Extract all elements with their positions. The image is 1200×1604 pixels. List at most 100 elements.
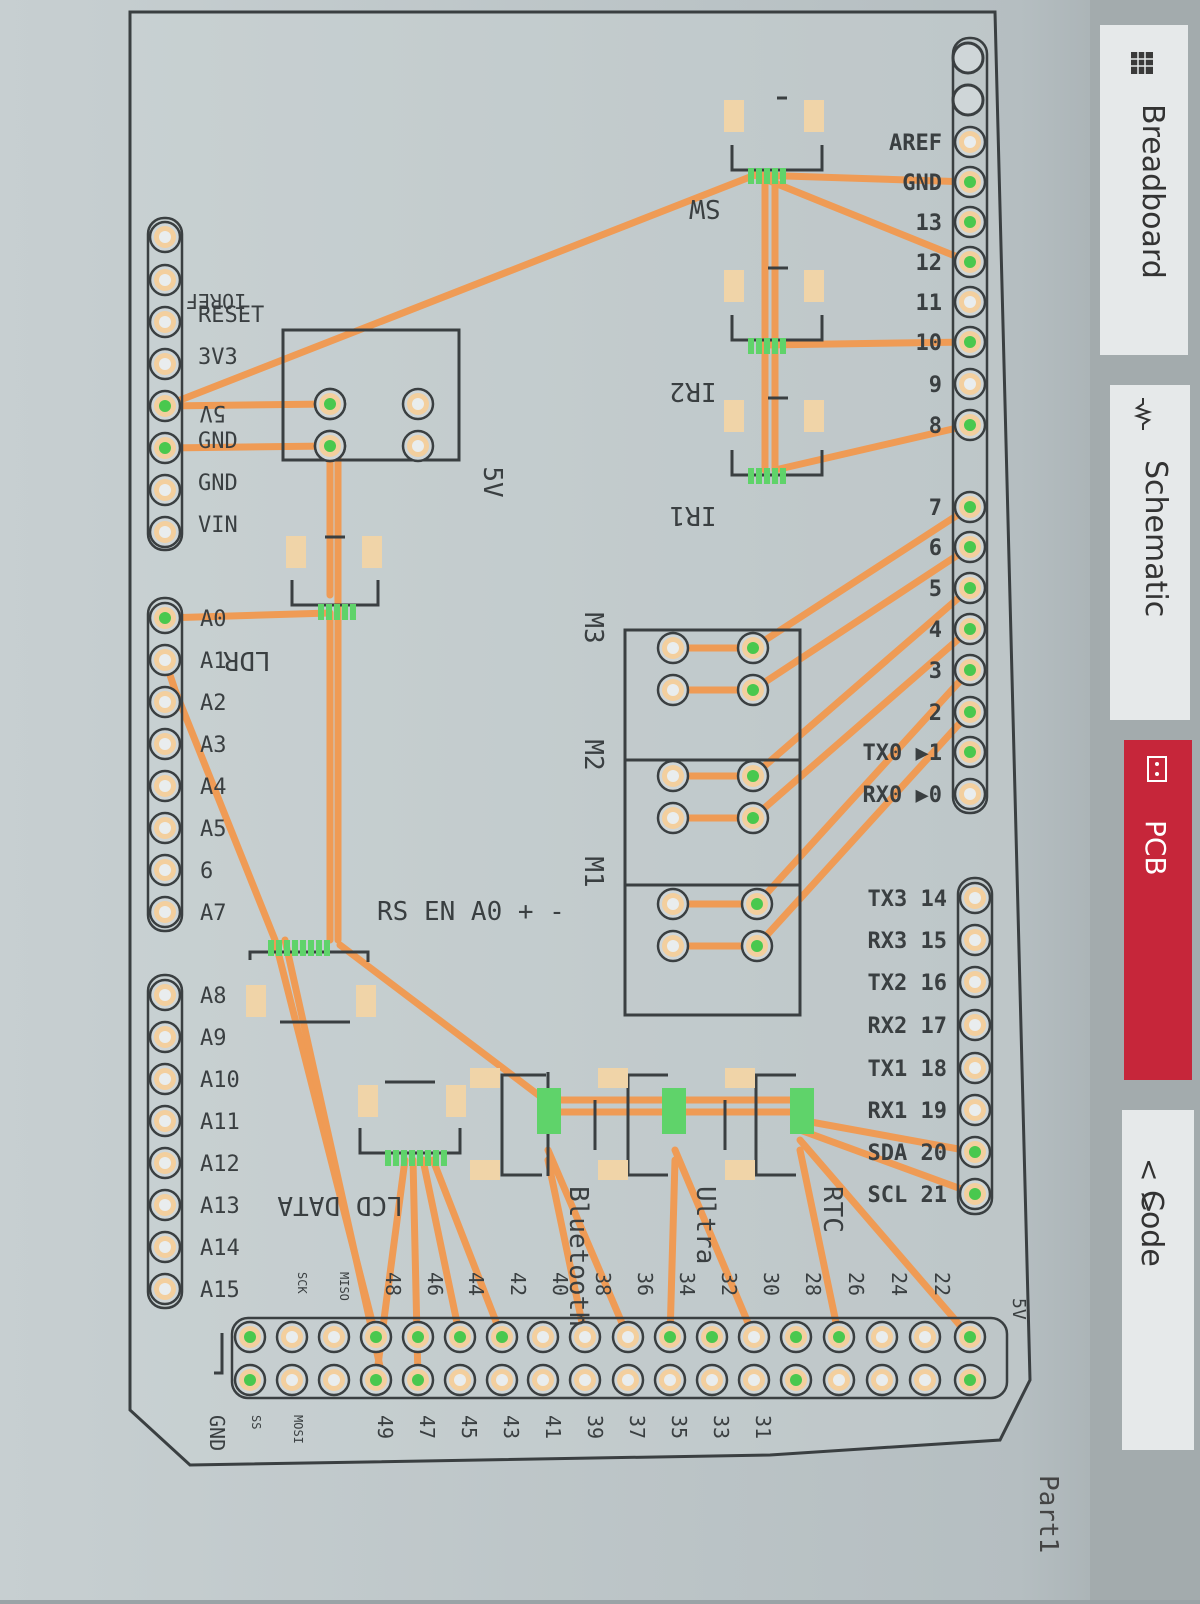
digital-header-pin[interactable] xyxy=(953,695,987,729)
double-header-pin-upper[interactable] xyxy=(737,1320,771,1354)
digital-header-pin[interactable] xyxy=(953,285,987,319)
digital-header-pin[interactable] xyxy=(953,325,987,359)
power-header-pin[interactable] xyxy=(148,305,182,339)
double-header-pin-upper[interactable] xyxy=(275,1320,309,1354)
double-header-pin-lower[interactable] xyxy=(737,1363,771,1397)
double-header-pin-upper[interactable] xyxy=(359,1320,393,1354)
power-header-pin[interactable] xyxy=(148,389,182,423)
analog-header-pin[interactable] xyxy=(148,685,182,719)
double-header-pin-lower[interactable] xyxy=(443,1363,477,1397)
double-header-pin-lower[interactable] xyxy=(653,1363,687,1397)
digital-header-pin[interactable] xyxy=(953,530,987,564)
digital-header-pin[interactable] xyxy=(953,612,987,646)
tab-code[interactable]: < > Code xyxy=(1122,1110,1194,1450)
double-header-pin-upper[interactable] xyxy=(908,1320,942,1354)
double-header-pin-lower[interactable] xyxy=(233,1363,267,1397)
double-header-pin-lower[interactable] xyxy=(317,1363,351,1397)
digital-header-pin[interactable] xyxy=(953,490,987,524)
double-header-pin-upper[interactable] xyxy=(485,1320,519,1354)
double-header-pin-upper[interactable] xyxy=(401,1320,435,1354)
tab-pcb[interactable]: PCB xyxy=(1124,740,1192,1080)
double-header-pin-lower[interactable] xyxy=(779,1363,813,1397)
through-hole-pad[interactable] xyxy=(401,429,435,463)
double-header-pin-lower[interactable] xyxy=(568,1363,602,1397)
digital-header-pin[interactable] xyxy=(953,735,987,769)
through-hole-pad[interactable] xyxy=(736,631,770,665)
analog-header-pin[interactable] xyxy=(148,1230,182,1264)
through-hole-pad[interactable] xyxy=(736,673,770,707)
digital-header-pin[interactable] xyxy=(953,777,987,811)
analog-header-pin[interactable] xyxy=(148,1272,182,1306)
analog-header-pin[interactable] xyxy=(148,727,182,761)
digital-header-pin[interactable] xyxy=(953,245,987,279)
digital-header-pin[interactable] xyxy=(953,367,987,401)
double-header-pin-upper[interactable] xyxy=(317,1320,351,1354)
analog-header-pin[interactable] xyxy=(148,601,182,635)
double-header-pin-upper[interactable] xyxy=(526,1320,560,1354)
double-header-pin-upper[interactable] xyxy=(611,1320,645,1354)
through-hole-pad[interactable] xyxy=(656,631,690,665)
double-header-pin-lower[interactable] xyxy=(401,1363,435,1397)
analog-header-pin[interactable] xyxy=(148,895,182,929)
through-hole-pad[interactable] xyxy=(313,429,347,463)
analog-header-pin[interactable] xyxy=(148,643,182,677)
through-hole-pad[interactable] xyxy=(313,387,347,421)
through-hole-pad[interactable] xyxy=(656,887,690,921)
through-hole-pad[interactable] xyxy=(740,887,774,921)
through-hole-pad[interactable] xyxy=(656,929,690,963)
analog-header-pin[interactable] xyxy=(148,978,182,1012)
comm-header-pin[interactable] xyxy=(958,1093,992,1127)
analog-header-pin[interactable] xyxy=(148,811,182,845)
header-empty-pad[interactable] xyxy=(951,83,985,117)
comm-header-pin[interactable] xyxy=(958,1135,992,1169)
analog-header-pin[interactable] xyxy=(148,1188,182,1222)
double-header-pin-upper[interactable] xyxy=(779,1320,813,1354)
double-header-pin-lower[interactable] xyxy=(485,1363,519,1397)
double-header-pin-lower[interactable] xyxy=(908,1363,942,1397)
double-header-pin-lower[interactable] xyxy=(275,1363,309,1397)
tab-schematic[interactable]: Schematic xyxy=(1110,385,1190,720)
digital-header-pin[interactable] xyxy=(953,571,987,605)
digital-header-pin[interactable] xyxy=(953,408,987,442)
power-header-pin[interactable] xyxy=(148,263,182,297)
comm-header-pin[interactable] xyxy=(958,1177,992,1211)
analog-header-pin[interactable] xyxy=(148,853,182,887)
through-hole-pad[interactable] xyxy=(740,929,774,963)
double-header-pin-lower[interactable] xyxy=(953,1363,987,1397)
double-header-pin-upper[interactable] xyxy=(822,1320,856,1354)
digital-header-pin[interactable] xyxy=(953,205,987,239)
double-header-pin-lower[interactable] xyxy=(865,1363,899,1397)
analog-header-pin[interactable] xyxy=(148,1062,182,1096)
double-header-pin-lower[interactable] xyxy=(359,1363,393,1397)
digital-header-pin[interactable] xyxy=(953,125,987,159)
power-header-pin[interactable] xyxy=(148,431,182,465)
through-hole-pad[interactable] xyxy=(656,801,690,835)
analog-header-pin[interactable] xyxy=(148,769,182,803)
header-empty-pad[interactable] xyxy=(951,41,985,75)
digital-header-pin[interactable] xyxy=(953,653,987,687)
double-header-pin-lower[interactable] xyxy=(695,1363,729,1397)
double-header-pin-upper[interactable] xyxy=(865,1320,899,1354)
through-hole-pad[interactable] xyxy=(401,387,435,421)
double-header-pin-upper[interactable] xyxy=(653,1320,687,1354)
comm-header-pin[interactable] xyxy=(958,923,992,957)
power-header-pin[interactable] xyxy=(148,473,182,507)
analog-header-pin[interactable] xyxy=(148,1146,182,1180)
digital-header-pin[interactable] xyxy=(953,165,987,199)
comm-header-pin[interactable] xyxy=(958,881,992,915)
double-header-pin-upper[interactable] xyxy=(953,1320,987,1354)
through-hole-pad[interactable] xyxy=(736,801,770,835)
power-header-pin[interactable] xyxy=(148,515,182,549)
double-header-pin-upper[interactable] xyxy=(443,1320,477,1354)
power-header-pin[interactable] xyxy=(148,347,182,381)
power-header-pin[interactable] xyxy=(148,220,182,254)
through-hole-pad[interactable] xyxy=(656,759,690,793)
tab-breadboard[interactable]: Breadboard xyxy=(1100,25,1188,355)
comm-header-pin[interactable] xyxy=(958,965,992,999)
double-header-pin-lower[interactable] xyxy=(526,1363,560,1397)
analog-header-pin[interactable] xyxy=(148,1104,182,1138)
comm-header-pin[interactable] xyxy=(958,1051,992,1085)
double-header-pin-upper[interactable] xyxy=(695,1320,729,1354)
double-header-pin-lower[interactable] xyxy=(822,1363,856,1397)
through-hole-pad[interactable] xyxy=(656,673,690,707)
